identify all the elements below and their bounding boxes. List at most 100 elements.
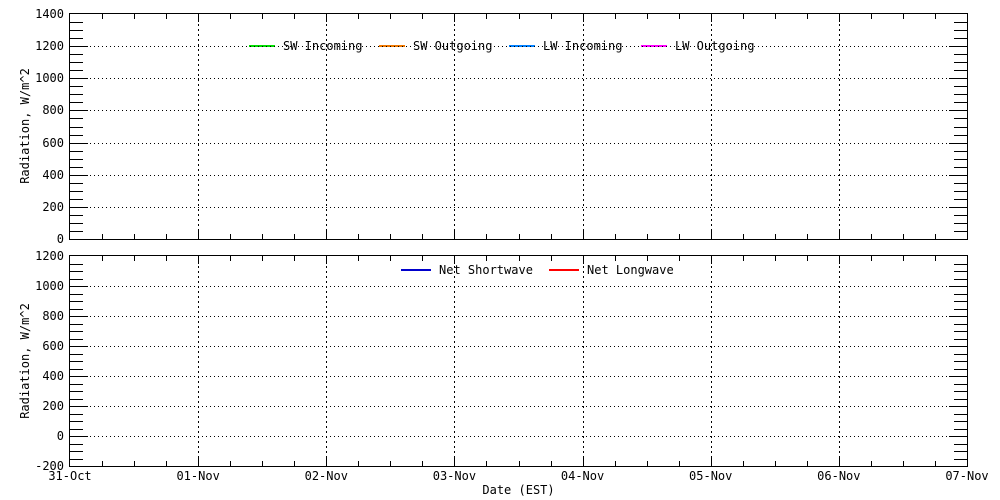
x-tick-label: 07-Nov <box>936 470 998 482</box>
y-tick-left <box>70 94 83 95</box>
x-tick-bottom <box>679 461 680 466</box>
x-tick-bottom <box>198 458 199 466</box>
x-tick-bottom <box>198 231 199 239</box>
radiation-chart: CREST Radiation Data at Caribou, ME Oct … <box>0 0 1000 500</box>
y-tick-right <box>954 231 967 232</box>
x-tick-bottom <box>935 461 936 466</box>
y-tick-label: 400 <box>14 371 64 382</box>
x-tick-top <box>486 256 487 261</box>
y-tick-right <box>954 62 967 63</box>
y-tick-left <box>70 309 83 310</box>
y-tick-left <box>70 361 83 362</box>
y-tick-right <box>954 279 967 280</box>
x-tick-top <box>422 14 423 19</box>
x-tick-bottom <box>807 461 808 466</box>
y-tick-right <box>954 264 967 265</box>
x-tick-bottom <box>775 461 776 466</box>
x-tick-bottom <box>134 234 135 239</box>
x-tick-top <box>326 256 327 264</box>
y-tick-right <box>954 301 967 302</box>
y-tick-right <box>954 354 967 355</box>
y-tick-label: 200 <box>14 202 64 213</box>
x-tick-top <box>390 256 391 261</box>
y-tick-right <box>954 102 967 103</box>
x-tick-bottom <box>903 234 904 239</box>
bottom-panel-plot-area: Net Shortwave Net Longwave <box>69 255 968 467</box>
x-tick-top <box>230 14 231 19</box>
y-tick-right <box>954 135 967 136</box>
y-tick-label: 1000 <box>14 281 64 292</box>
y-tick-right <box>954 339 967 340</box>
y-tick-label: 1000 <box>14 73 64 84</box>
x-tick-top <box>775 256 776 261</box>
x-tick-top <box>519 14 520 19</box>
x-tick-bottom <box>615 234 616 239</box>
y-tick-right <box>954 191 967 192</box>
y-tick-left <box>70 54 83 55</box>
x-tick-label: 05-Nov <box>680 470 742 482</box>
legend-label-net-shortwave: Net Shortwave <box>439 264 533 276</box>
h-gridline <box>70 110 967 111</box>
y-tick-left <box>70 102 83 103</box>
h-gridline <box>70 143 967 144</box>
x-tick-top <box>775 14 776 19</box>
x-tick-bottom <box>486 234 487 239</box>
y-tick-left <box>70 199 83 200</box>
x-tick-top <box>839 256 840 264</box>
x-tick-bottom <box>166 234 167 239</box>
x-tick-bottom <box>743 461 744 466</box>
y-tick-label: 1200 <box>14 251 64 262</box>
v-gridline <box>711 256 712 466</box>
x-tick-bottom <box>102 234 103 239</box>
x-tick-top <box>230 256 231 261</box>
y-tick-right <box>954 361 967 362</box>
y-tick-right <box>949 110 967 111</box>
y-tick-left <box>70 183 83 184</box>
y-tick-left <box>70 346 88 347</box>
y-tick-right <box>949 143 967 144</box>
y-tick-left <box>70 339 83 340</box>
x-axis-title: Date (EST) <box>69 483 968 497</box>
y-tick-left <box>70 354 83 355</box>
x-tick-label: 06-Nov <box>808 470 870 482</box>
y-tick-left <box>70 414 83 415</box>
y-tick-right <box>954 459 967 460</box>
y-tick-right <box>949 46 967 47</box>
y-tick-left <box>70 264 83 265</box>
legend-line-net-shortwave-icon <box>401 269 431 271</box>
h-gridline <box>70 207 967 208</box>
y-tick-right <box>954 444 967 445</box>
x-tick-top <box>647 256 648 261</box>
h-gridline <box>70 286 967 287</box>
x-tick-bottom <box>390 234 391 239</box>
y-tick-right <box>954 151 967 152</box>
y-tick-right <box>949 207 967 208</box>
h-gridline <box>70 376 967 377</box>
y-tick-right <box>954 159 967 160</box>
x-tick-top <box>711 256 712 264</box>
h-gridline <box>70 175 967 176</box>
x-tick-top <box>711 14 712 22</box>
v-gridline <box>198 256 199 466</box>
x-tick-top <box>262 256 263 261</box>
y-tick-right <box>949 316 967 317</box>
y-tick-label: 1400 <box>14 9 64 20</box>
y-tick-right <box>954 215 967 216</box>
h-gridline <box>70 406 967 407</box>
y-tick-left <box>70 316 88 317</box>
x-tick-top <box>134 14 135 19</box>
y-tick-left <box>70 444 83 445</box>
y-tick-label: 600 <box>14 341 64 352</box>
x-tick-label: 02-Nov <box>295 470 357 482</box>
x-tick-bottom <box>326 458 327 466</box>
x-tick-top <box>871 14 872 19</box>
y-tick-label: 800 <box>14 311 64 322</box>
x-tick-bottom <box>230 234 231 239</box>
v-gridline <box>583 14 584 239</box>
v-gridline <box>454 14 455 239</box>
x-tick-top <box>102 14 103 19</box>
y-tick-left <box>70 406 88 407</box>
legend-item-net-shortwave: Net Shortwave <box>401 264 533 276</box>
x-tick-bottom <box>454 458 455 466</box>
x-tick-top <box>294 256 295 261</box>
